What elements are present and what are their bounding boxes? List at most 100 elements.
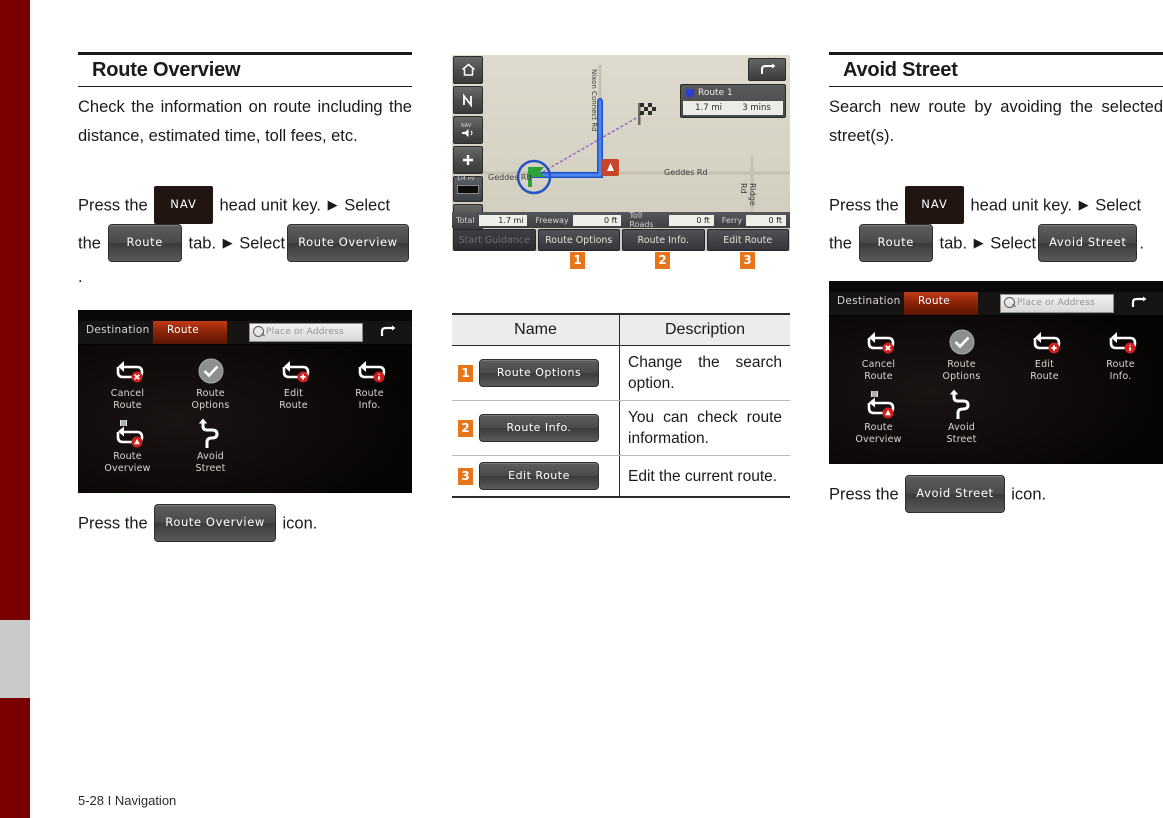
label-line-1: Edit xyxy=(1034,359,1055,370)
search-input[interactable]: Place or Address xyxy=(249,323,363,342)
tab-route[interactable]: Route xyxy=(153,321,227,344)
page-title: Route Overview xyxy=(92,59,241,81)
route-tab-chip[interactable]: Route xyxy=(858,224,933,262)
route-summary-values: 1.7 mi 3 mins xyxy=(683,101,783,115)
route-overview-chip[interactable]: Route Overview xyxy=(154,504,276,542)
nav-item-avoid-street[interactable]: Avoid Street xyxy=(169,417,252,474)
map-back-button[interactable] xyxy=(748,58,786,81)
edit-route-button[interactable]: Edit Route xyxy=(706,229,789,251)
nav-item-route-info[interactable]: Route Info. xyxy=(328,354,411,411)
arrow-right-icon: ▶ xyxy=(973,235,984,251)
avoid-street-chip[interactable]: Avoid Street xyxy=(905,475,1005,513)
route-options-button[interactable]: Route Options xyxy=(537,229,620,251)
callout-marker-3: 3 xyxy=(740,252,755,269)
nav-item-avoid-street[interactable]: Avoid Street xyxy=(920,388,1003,445)
table-cell-name: 1 Route Options xyxy=(452,345,620,401)
tab-destination[interactable]: Destination xyxy=(837,295,901,307)
select-label-2: Select xyxy=(990,234,1037,253)
back-arrow-icon xyxy=(760,63,775,74)
nav-item-label: Route Overview xyxy=(86,451,169,474)
svg-text:NAV: NAV xyxy=(461,123,472,129)
compass-north-icon xyxy=(463,92,472,108)
section-header-route-overview: Route Overview xyxy=(78,52,412,87)
route-tab-chip[interactable]: Route xyxy=(107,224,182,262)
head-unit-key-label: head unit key. xyxy=(219,196,322,215)
zoom-in-button[interactable] xyxy=(453,146,483,174)
route-info-button[interactable]: Route Info. xyxy=(622,229,705,251)
nav-item-route-overview[interactable]: Route Overview xyxy=(837,388,920,445)
stat-value-freeway: 0 ft xyxy=(572,214,622,226)
nav-item-edit-route[interactable]: Edit Route xyxy=(252,354,335,411)
map-label-connect: Nixon Connect Rd xyxy=(590,69,598,132)
nav-item-label: Route Options xyxy=(920,359,1003,382)
table-cell-description: You can check route information. xyxy=(619,400,790,456)
nav-volume-button[interactable]: NAV xyxy=(453,116,483,144)
map-scale-indicator: 1/4 mi xyxy=(453,176,483,202)
nav-item-label: Route Info. xyxy=(328,388,411,411)
press-the-label: Press the xyxy=(829,196,899,215)
nav-top-strip xyxy=(829,281,1163,292)
nav-item-route-overview[interactable]: Route Overview xyxy=(86,417,169,474)
edit-route-chip[interactable]: Edit Route xyxy=(479,462,599,490)
label-line-2: Info. xyxy=(1109,370,1132,382)
page-edge-bar-marker xyxy=(0,620,30,698)
back-button[interactable] xyxy=(368,321,408,344)
nav-item-edit-route[interactable]: Edit Route xyxy=(1003,325,1086,382)
search-icon xyxy=(253,326,264,337)
tab-destination[interactable]: Destination xyxy=(86,324,150,336)
row-number-badge: 3 xyxy=(458,467,473,485)
right-column: Avoid Street Search new route by avoidin… xyxy=(829,52,1163,514)
tab-route-label: Route xyxy=(918,295,950,307)
the-label: the xyxy=(829,234,852,253)
route-info-chip[interactable]: Route Info. xyxy=(479,414,599,442)
start-guidance-button[interactable]: Start Guidance xyxy=(453,229,536,251)
nav-key-chip[interactable]: NAV xyxy=(154,186,213,224)
route-overview-chip[interactable]: Route Overview xyxy=(287,224,409,262)
right-caption-text: Press the Avoid Street icon. xyxy=(829,475,1163,514)
stat-value-ferry: 0 ft xyxy=(746,214,786,226)
route-options-icon xyxy=(920,325,1003,359)
nav-item-label: Cancel Route xyxy=(86,388,169,411)
nav-item-route-options[interactable]: Route Options xyxy=(169,354,252,411)
map-scale-label: 1/4 mi xyxy=(457,176,475,182)
map-label-geddes-2: Geddes Rd xyxy=(664,168,708,177)
route-info-icon xyxy=(1079,325,1162,359)
home-button[interactable] xyxy=(453,56,483,84)
tab-label: tab. xyxy=(939,234,968,253)
callout-markers: 1 2 3 xyxy=(452,251,790,271)
route-options-chip[interactable]: Route Options xyxy=(479,359,599,387)
icon-label: icon. xyxy=(282,514,318,533)
back-arrow-icon xyxy=(380,325,396,336)
nav-item-route-options[interactable]: Route Options xyxy=(920,325,1003,382)
nav-item-label: Route Options xyxy=(169,388,252,411)
nav-item-label: Cancel Route xyxy=(837,359,920,382)
label-line-1: Avoid xyxy=(196,451,225,462)
route-options-icon xyxy=(169,354,252,388)
label-line-1: Route xyxy=(947,359,976,370)
row-number-badge: 1 xyxy=(458,364,473,382)
nav-key-chip[interactable]: NAV xyxy=(905,186,964,224)
edit-route-icon xyxy=(252,354,335,388)
icon-label: icon. xyxy=(1011,485,1047,504)
column-header-name: Name xyxy=(452,314,620,346)
route-time: 3 mins xyxy=(742,103,771,113)
nav-item-cancel-route[interactable]: Cancel Route xyxy=(837,325,920,382)
table-cell-description: Change the search option. xyxy=(619,345,790,401)
table-cell-name: 3 Edit Route xyxy=(452,455,620,497)
cancel-route-icon xyxy=(837,325,920,359)
nav-item-label: Edit Route xyxy=(252,388,335,411)
avoid-street-chip[interactable]: Avoid Street xyxy=(1038,224,1138,262)
select-label-2: Select xyxy=(239,234,286,253)
home-icon xyxy=(461,63,475,76)
tab-route[interactable]: Route xyxy=(904,292,978,315)
nav-item-route-info[interactable]: Route Info. xyxy=(1079,325,1162,382)
middle-column: Geddes Rd Geddes Rd Ridge Rd Nixon Conne… xyxy=(452,55,790,498)
table-header-row: Name Description xyxy=(452,314,790,346)
left-caption-text: Press the Route Overview icon. xyxy=(78,504,412,543)
compass-button[interactable] xyxy=(453,86,483,114)
label-line-2: Route xyxy=(1030,370,1059,382)
nav-item-cancel-route[interactable]: Cancel Route xyxy=(86,354,169,411)
search-input[interactable]: Place or Address xyxy=(1000,294,1114,313)
back-button[interactable] xyxy=(1119,292,1159,315)
